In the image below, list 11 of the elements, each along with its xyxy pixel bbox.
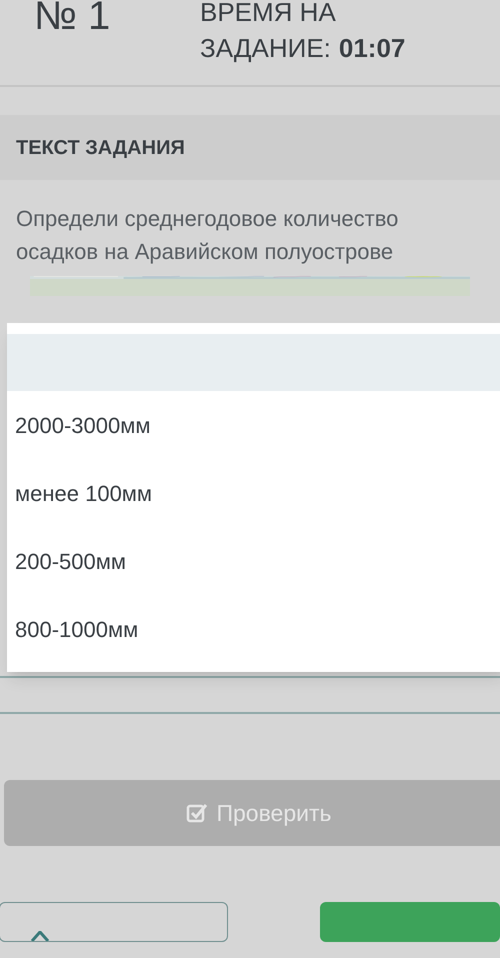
next-button[interactable] <box>320 902 500 942</box>
timer-label: ЗАДАНИЕ: <box>200 32 331 65</box>
timer-value: 01:07 <box>338 32 406 65</box>
timer-label: ВРЕМЯ НА <box>200 0 337 29</box>
dropdown-option[interactable] <box>7 334 500 391</box>
back-button[interactable] <box>0 902 228 942</box>
section-title: ТЕКСТ ЗАДАНИЯ <box>16 136 185 160</box>
task-number: № 1 <box>34 0 110 38</box>
question-text: Определи среднегодовое количество осадков на Аравийском полуострове <box>15 205 400 266</box>
checkbox-icon <box>186 802 208 824</box>
answer-field[interactable] <box>0 676 500 714</box>
